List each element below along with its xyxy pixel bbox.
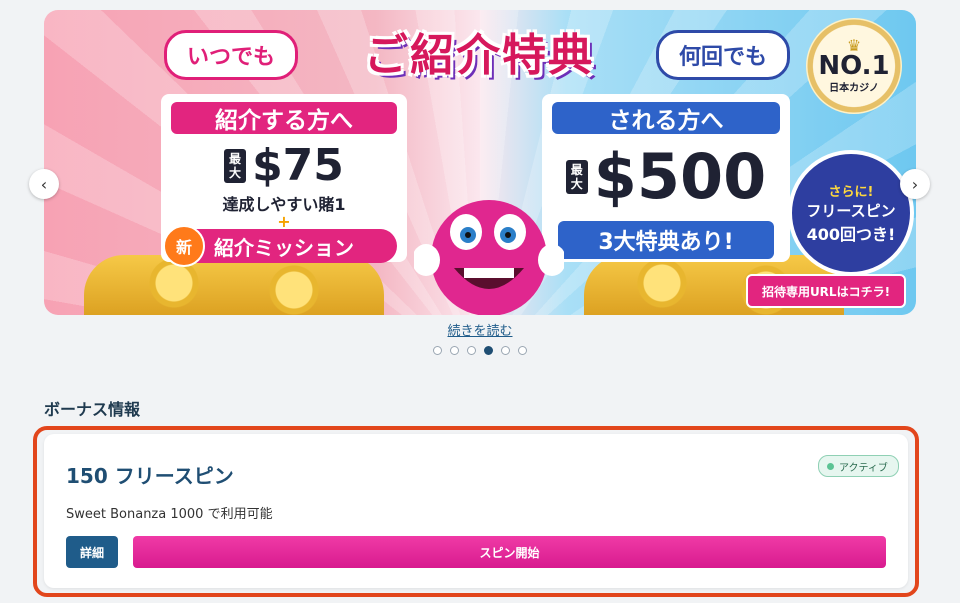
free-spin-badge: さらに! フリースピン 400回つき! [788, 150, 914, 276]
mascot-illustration [414, 200, 564, 315]
carousel-next-button[interactable]: › [900, 169, 930, 199]
promo-banner[interactable]: いつでも ご紹介特典 何回でも 紹介する方へ 最大 $75 達成しやすい賭1 +… [44, 10, 916, 315]
seal-number: NO.1 [818, 50, 890, 81]
referrer-amount: $75 [252, 140, 344, 191]
carousel-dot-3[interactable] [467, 346, 476, 355]
plus-icon: + [277, 212, 291, 231]
chevron-right-icon: › [911, 174, 919, 194]
carousel-dot-1[interactable] [433, 346, 442, 355]
referee-panel: される方へ 最大 $500 3大特典あり! [542, 94, 790, 262]
referee-heading: される方へ [552, 102, 780, 134]
carousel-dot-2[interactable] [450, 346, 459, 355]
no1-seal: ♛ NO.1 日本カジノ [806, 18, 902, 114]
carousel-dots [0, 346, 960, 355]
new-badge: 新 [163, 225, 205, 267]
max-tag: 最大 [224, 148, 247, 183]
seal-caption: 日本カジノ [829, 82, 879, 94]
referrer-heading: 紹介する方へ [171, 102, 397, 134]
referrer-amount-row: 最大 $75 [161, 140, 407, 191]
mission-label: 新 紹介ミッション [163, 225, 397, 267]
invite-url-button[interactable]: 招待専用URLはコチラ! [746, 274, 906, 308]
banner-title: ご紹介特典 [364, 30, 594, 81]
mission-text: 紹介ミッション [214, 235, 354, 260]
spin-badge-line3: 400回つき! [806, 225, 896, 244]
carousel-prev-button[interactable]: ‹ [29, 169, 59, 199]
section-title: ボーナス情報 [44, 400, 141, 419]
banner-pill-right: 何回でも [656, 30, 790, 80]
spin-badge-line1: さらに! [828, 185, 874, 200]
coins-left-graphic [84, 255, 384, 315]
read-more-link[interactable]: 続きを読む [0, 320, 960, 339]
carousel-dot-4[interactable] [484, 346, 493, 355]
chevron-left-icon: ‹ [40, 174, 48, 194]
feature-label: 3大特典あり! [558, 221, 774, 259]
referee-amount-row: 最大 $500 [542, 140, 790, 213]
card-highlight-outline [33, 426, 919, 597]
carousel-dot-6[interactable] [518, 346, 527, 355]
max-tag: 最大 [565, 159, 588, 194]
referrer-panel: 紹介する方へ 最大 $75 達成しやすい賭1 + 新 紹介ミッション [161, 94, 407, 267]
spin-badge-line2: フリースピン [806, 202, 896, 220]
referee-amount: $500 [593, 140, 767, 213]
banner-pill-left: いつでも [164, 30, 298, 80]
carousel-dot-5[interactable] [501, 346, 510, 355]
